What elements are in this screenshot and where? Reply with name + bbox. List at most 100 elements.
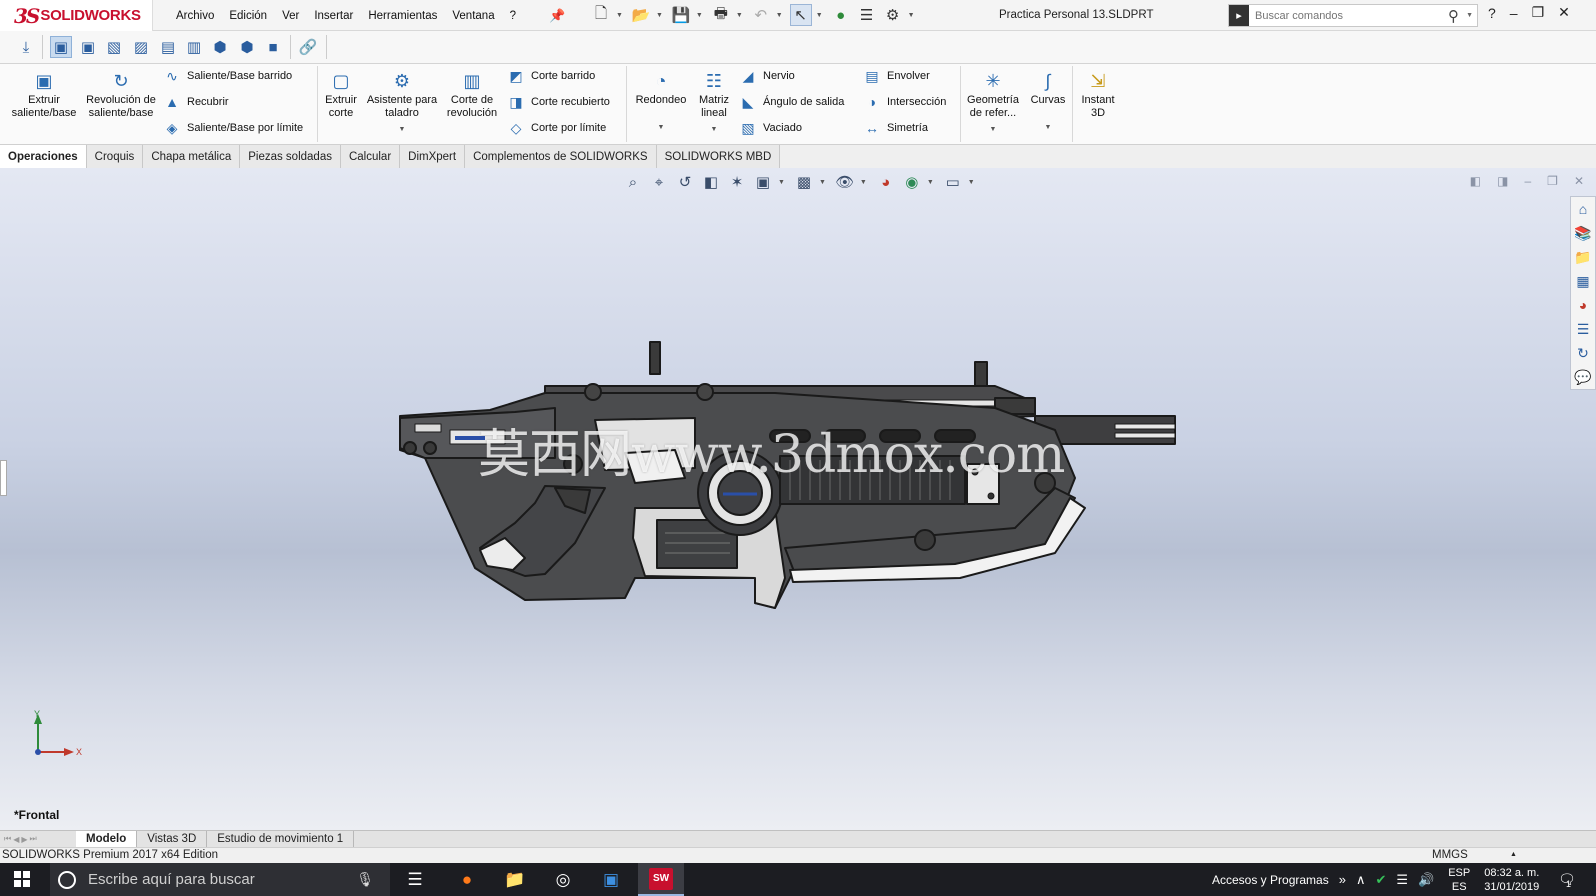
split-left-icon[interactable]: ◧ [1470, 174, 1481, 188]
close-icon[interactable]: ✕ [1558, 4, 1570, 21]
chevron-down-icon[interactable]: ▼ [776, 12, 783, 19]
boundary-cut-button[interactable]: ◇ Corte por límite [506, 119, 607, 137]
tab-operaciones[interactable]: Operaciones [0, 145, 87, 168]
chevron-down-icon[interactable]: ▼ [927, 179, 934, 186]
revolve-boss-button[interactable]: ↻ Revolución de saliente/base [86, 70, 156, 120]
draft-button[interactable]: ◣ Ángulo de salida [738, 93, 845, 111]
viewport-close-icon[interactable]: ✕ [1574, 174, 1584, 188]
loft-cut-button[interactable]: ◨ Corte recubierto [506, 93, 610, 111]
isometric-view-icon[interactable]: ⬢ [209, 36, 231, 58]
graphics-area[interactable]: ⌕ ⌖ ↺ ◧ ✶ ▣ ▼ ▩ ▼ 👁 ▼ ◕ ◉ ▼ ▭ ▼ ◧ ◨ ‒ ❐ ✕ ⌂ 📚… [0, 168, 1596, 830]
dimetric-view-icon[interactable]: ■ [262, 36, 284, 58]
chevron-down-icon[interactable]: ▼ [696, 12, 703, 19]
solidworks-logo[interactable]: 3S SOLIDWORKS [0, 0, 153, 31]
edit-appearance-icon[interactable]: ◕ [875, 171, 897, 193]
extrude-boss-button[interactable]: ▣ Extruir saliente/base [8, 70, 80, 120]
chevron-down-icon[interactable]: ▼ [908, 12, 915, 19]
intersect-button[interactable]: ◑ Intersección [862, 93, 947, 111]
viewport-restore-icon[interactable]: ❐ [1547, 174, 1558, 188]
chevron-down-icon[interactable]: ▼ [1026, 121, 1070, 134]
chevron-down-icon[interactable]: ▼ [616, 12, 623, 19]
home-icon[interactable]: ⌂ [1571, 197, 1595, 221]
normal-to-icon[interactable]: ⤓ [15, 36, 37, 58]
help-icon[interactable]: ? [1488, 5, 1496, 21]
restore-icon[interactable]: ❐ [1532, 4, 1545, 21]
feature-manager-toggle[interactable] [0, 460, 7, 496]
tab-complementos[interactable]: Complementos de SOLIDWORKS [465, 145, 657, 168]
menu-insertar[interactable]: Insertar [314, 10, 353, 22]
unit-system-selector[interactable]: MMGS [1432, 849, 1468, 861]
chevron-up-icon[interactable]: ∧ [1356, 872, 1366, 888]
chevron-down-icon[interactable]: ▼ [694, 123, 734, 136]
tab-croquis[interactable]: Croquis [86, 145, 144, 168]
clock[interactable]: 08:32 a. m. 31/01/2019 [1484, 866, 1539, 894]
zoom-to-fit-icon[interactable]: ⌕ [622, 171, 644, 193]
save-icon[interactable]: 💾 [670, 4, 692, 26]
chevron-down-icon[interactable]: ▼ [656, 12, 663, 19]
boundary-boss-button[interactable]: ◈ Saliente/Base por límite [162, 119, 304, 137]
view-settings-icon[interactable]: ▭ [942, 171, 964, 193]
trimetric-view-icon[interactable]: ⬢ [236, 36, 258, 58]
linear-pattern-button[interactable]: ☷ Matriz lineal ▼ [694, 70, 734, 136]
file-properties-icon[interactable]: ☰ [856, 4, 878, 26]
reference-geometry-button[interactable]: ✳ Geometría de refer... ▼ [964, 70, 1022, 136]
tab-modelo[interactable]: Modelo [76, 831, 138, 847]
tab-calcular[interactable]: Calcular [340, 145, 401, 168]
menu-herramientas[interactable]: Herramientas [368, 10, 437, 22]
link-view-icon[interactable]: 🔗 [297, 36, 319, 58]
options-gear-icon[interactable]: ⚙ [882, 4, 904, 26]
tray-label[interactable]: Accesos y Programas [1212, 873, 1329, 887]
menu-help[interactable]: ? [510, 10, 516, 22]
store-app-icon[interactable]: ▣ [588, 863, 634, 896]
last-tab-icon[interactable]: ⏭ [30, 834, 37, 844]
hide-show-items-icon[interactable]: 👁 [834, 171, 856, 193]
wifi-icon[interactable]: ☰ [1396, 872, 1408, 888]
volume-icon[interactable]: 🔊 [1418, 872, 1434, 888]
solidworks-forum-icon[interactable]: ↻ [1571, 341, 1595, 365]
dynamic-annotation-icon[interactable]: ✶ [726, 171, 748, 193]
obs-icon[interactable]: ◎ [540, 863, 586, 896]
file-explorer-icon[interactable]: 📁 [1571, 245, 1595, 269]
bottom-view-icon[interactable]: ▥ [183, 36, 205, 58]
task-view-icon[interactable]: ☰ [392, 863, 438, 896]
file-explorer-taskbar-icon[interactable]: 📁 [492, 863, 538, 896]
extrude-cut-button[interactable]: ▢ Extruir corte [322, 70, 360, 120]
select-cursor-icon[interactable]: ↖ [789, 4, 812, 26]
windows-start-icon[interactable] [14, 871, 30, 887]
design-library-icon[interactable]: 📚 [1571, 221, 1595, 245]
wrap-button[interactable]: ▤ Envolver [862, 67, 929, 85]
mirror-button[interactable]: ↔ Simetría [862, 119, 928, 137]
comments-icon[interactable]: 💬 [1571, 365, 1595, 389]
chevron-down-icon[interactable]: ▼ [964, 123, 1022, 136]
microphone-icon[interactable]: 🎙 [356, 871, 374, 888]
chevron-down-icon[interactable]: ▼ [819, 179, 826, 186]
apply-scene-icon[interactable]: ◉ [901, 171, 923, 193]
menu-archivo[interactable]: Archivo [176, 10, 214, 22]
appearances-icon[interactable]: ◕ [1571, 293, 1595, 317]
left-view-icon[interactable]: ▧ [103, 36, 125, 58]
magnifier-icon[interactable]: ⚲ [1448, 7, 1459, 25]
previous-view-icon[interactable]: ↺ [674, 171, 696, 193]
chevron-down-icon[interactable]: ▼ [366, 123, 438, 136]
view-palette-icon[interactable]: ▦ [1571, 269, 1595, 293]
shell-button[interactable]: ▧ Vaciado [738, 119, 802, 137]
chevron-down-icon[interactable]: ▼ [816, 12, 823, 19]
prev-tab-icon[interactable]: ◀ [13, 835, 19, 844]
command-search-box[interactable]: ▸ ⚲ ▼ [1228, 4, 1478, 27]
chevron-down-icon[interactable]: ▼ [968, 179, 975, 186]
menu-ventana[interactable]: Ventana [452, 10, 494, 22]
undo-icon[interactable]: ↶ [750, 4, 772, 26]
rebuild-traffic-light-icon[interactable]: ● [830, 4, 852, 26]
tab-vistas-3d[interactable]: Vistas 3D [137, 831, 208, 847]
chevron-down-icon[interactable]: ▼ [860, 179, 867, 186]
right-view-icon[interactable]: ▨ [130, 36, 152, 58]
section-view-icon[interactable]: ◧ [700, 171, 722, 193]
chevron-up-icon[interactable]: ▲ [1510, 851, 1517, 858]
curves-button[interactable]: ∫ Curvas ▼ [1026, 70, 1070, 134]
open-folder-icon[interactable]: 📂 [630, 4, 652, 26]
tab-chapa-metalica[interactable]: Chapa metálica [143, 145, 241, 168]
next-tab-icon[interactable]: ▶ [21, 835, 27, 844]
chevron-right-icon[interactable]: » [1339, 872, 1346, 887]
top-view-icon[interactable]: ▤ [157, 36, 179, 58]
chevron-down-icon[interactable]: ▼ [630, 121, 692, 134]
